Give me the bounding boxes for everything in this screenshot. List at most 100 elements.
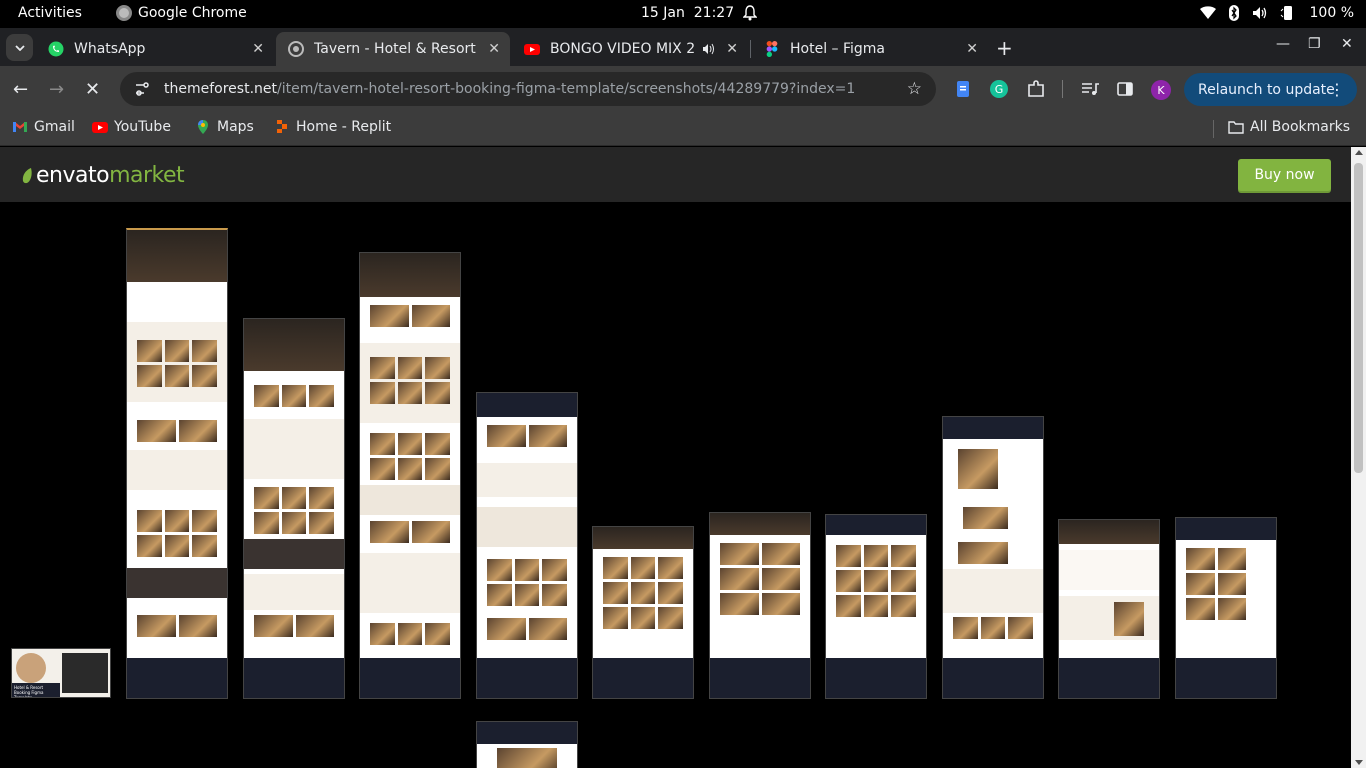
thumb-hero bbox=[943, 417, 1043, 439]
close-tab-icon[interactable]: ✕ bbox=[252, 41, 264, 57]
thumbnail-page-7[interactable] bbox=[825, 514, 927, 699]
thumbnail-page-10[interactable] bbox=[1175, 517, 1277, 699]
tab-bongo-video[interactable]: BONGO VIDEO MIX 2 ✕ bbox=[512, 32, 748, 66]
thumbnail-page-6[interactable] bbox=[709, 512, 811, 699]
thumbnail-page-5[interactable] bbox=[592, 526, 694, 699]
figma-icon bbox=[766, 41, 778, 57]
thumbnail-page-9[interactable] bbox=[1058, 519, 1160, 699]
thumb-gallery bbox=[370, 305, 450, 327]
thumb-gallery bbox=[836, 545, 916, 617]
close-tab-icon[interactable]: ✕ bbox=[488, 41, 500, 57]
profile-avatar[interactable]: K bbox=[1151, 80, 1171, 100]
chevron-down-icon bbox=[14, 44, 25, 51]
envato-header: envato market Buy now bbox=[0, 147, 1351, 202]
page-scrollbar[interactable] bbox=[1351, 147, 1366, 768]
thumb-hero bbox=[1176, 518, 1276, 540]
all-bookmarks-button[interactable]: All Bookmarks bbox=[1228, 119, 1350, 135]
tab-tavern[interactable]: Tavern - Hotel & Resort B ✕ bbox=[276, 32, 510, 66]
thumb-gallery bbox=[603, 557, 683, 629]
envato-icon bbox=[288, 41, 304, 57]
minimize-button[interactable]: — bbox=[1276, 36, 1290, 52]
thumbnail-page-4[interactable] bbox=[476, 392, 578, 699]
bookmark-gmail[interactable]: Gmail bbox=[12, 119, 75, 135]
thumb-gallery bbox=[370, 357, 450, 404]
maximize-button[interactable]: ❐ bbox=[1308, 36, 1321, 52]
thumb-gallery bbox=[958, 449, 998, 489]
thumbnail-home-2[interactable] bbox=[243, 318, 345, 699]
scroll-down-arrow[interactable] bbox=[1355, 760, 1363, 765]
battery-icon bbox=[1280, 6, 1292, 20]
thumb-hero bbox=[360, 253, 460, 297]
tab-whatsapp[interactable]: WhatsApp ✕ bbox=[36, 32, 274, 66]
scrollbar-thumb[interactable] bbox=[1354, 163, 1363, 473]
thumb-gallery bbox=[137, 615, 217, 637]
notification-bell-icon[interactable] bbox=[743, 5, 757, 21]
close-tab-icon[interactable]: ✕ bbox=[726, 41, 738, 57]
stop-loading-button[interactable]: ✕ bbox=[85, 79, 100, 100]
bookmark-label: YouTube bbox=[114, 119, 171, 135]
thumb-gallery bbox=[370, 623, 450, 645]
thumb-section bbox=[127, 568, 227, 598]
forward-button[interactable]: → bbox=[49, 79, 64, 100]
tab-figma[interactable]: Hotel – Figma ✕ bbox=[752, 32, 988, 66]
thumbnail-page-8[interactable] bbox=[942, 416, 1044, 699]
cover-screen bbox=[62, 653, 108, 693]
url-text[interactable]: themeforest.net/item/tavern-hotel-resort… bbox=[164, 81, 855, 97]
thumb-hero bbox=[826, 515, 926, 535]
logo-market: market bbox=[109, 163, 185, 188]
back-button[interactable]: ← bbox=[13, 79, 28, 100]
thumbnail-home-1[interactable] bbox=[126, 228, 228, 699]
bookmark-youtube[interactable]: YouTube bbox=[92, 119, 171, 135]
envato-leaf-icon bbox=[22, 167, 32, 183]
thumb-footer bbox=[244, 658, 344, 698]
thumb-section bbox=[360, 485, 460, 515]
thumb-gallery bbox=[487, 559, 567, 606]
address-bar[interactable]: themeforest.net/item/tavern-hotel-resort… bbox=[120, 72, 936, 106]
thumbnail-cover[interactable]: Hotel & Resort Booking Figma Template bbox=[11, 648, 111, 698]
date-label: 15 Jan bbox=[641, 5, 685, 21]
thumb-gallery bbox=[963, 507, 1008, 529]
gmail-icon bbox=[13, 122, 27, 132]
thumb-footer bbox=[477, 658, 577, 698]
chrome-menu-icon[interactable]: ⋮ bbox=[1329, 80, 1345, 99]
grammarly-extension-icon[interactable]: G bbox=[989, 79, 1009, 99]
bookmarks-separator bbox=[1213, 120, 1214, 138]
tab-search-button[interactable] bbox=[6, 34, 33, 61]
thumb-gallery bbox=[137, 420, 217, 442]
side-panel-icon[interactable] bbox=[1115, 79, 1135, 99]
url-host: themeforest.net bbox=[164, 81, 277, 97]
audio-playing-icon[interactable] bbox=[702, 43, 716, 55]
close-window-button[interactable]: ✕ bbox=[1341, 36, 1353, 52]
thumb-gallery bbox=[370, 521, 450, 543]
thumb-gallery bbox=[1114, 602, 1144, 636]
folder-icon bbox=[1228, 121, 1244, 134]
scroll-up-arrow[interactable] bbox=[1355, 150, 1363, 155]
new-tab-button[interactable]: + bbox=[996, 36, 1013, 60]
tab-label: WhatsApp bbox=[74, 41, 146, 57]
media-controls-icon[interactable] bbox=[1080, 79, 1100, 99]
relaunch-to-update-button[interactable]: Relaunch to update ⋮ bbox=[1184, 73, 1357, 106]
bookmark-maps[interactable]: Maps bbox=[195, 119, 254, 135]
battery-percentage: 100 % bbox=[1309, 5, 1354, 21]
site-info-icon[interactable] bbox=[134, 81, 150, 97]
thumbnail-home-3[interactable] bbox=[359, 252, 461, 699]
bookmark-replit[interactable]: Home - Replit bbox=[274, 119, 391, 135]
app-menu[interactable]: Google Chrome bbox=[116, 5, 247, 21]
thumb-hero bbox=[710, 513, 810, 535]
thumbnail-page-11[interactable] bbox=[476, 721, 578, 768]
bookmark-star-icon[interactable]: ☆ bbox=[907, 79, 922, 99]
thumb-hero bbox=[477, 393, 577, 417]
buy-now-button[interactable]: Buy now bbox=[1238, 159, 1331, 191]
activities-button[interactable]: Activities bbox=[18, 5, 82, 21]
tab-separator bbox=[750, 40, 751, 58]
clock[interactable]: 15 Jan 21:27 bbox=[641, 5, 734, 21]
thumb-hero bbox=[477, 722, 577, 744]
relaunch-label: Relaunch to update bbox=[1198, 81, 1335, 98]
thumb-hero bbox=[244, 319, 344, 371]
extensions-puzzle-icon[interactable] bbox=[1026, 79, 1046, 99]
thumb-gallery bbox=[370, 433, 450, 480]
envato-market-logo[interactable]: envato market bbox=[20, 163, 185, 188]
close-tab-icon[interactable]: ✕ bbox=[966, 41, 978, 57]
google-docs-extension-icon[interactable] bbox=[953, 79, 973, 99]
system-tray[interactable]: 100 % bbox=[1199, 5, 1354, 21]
